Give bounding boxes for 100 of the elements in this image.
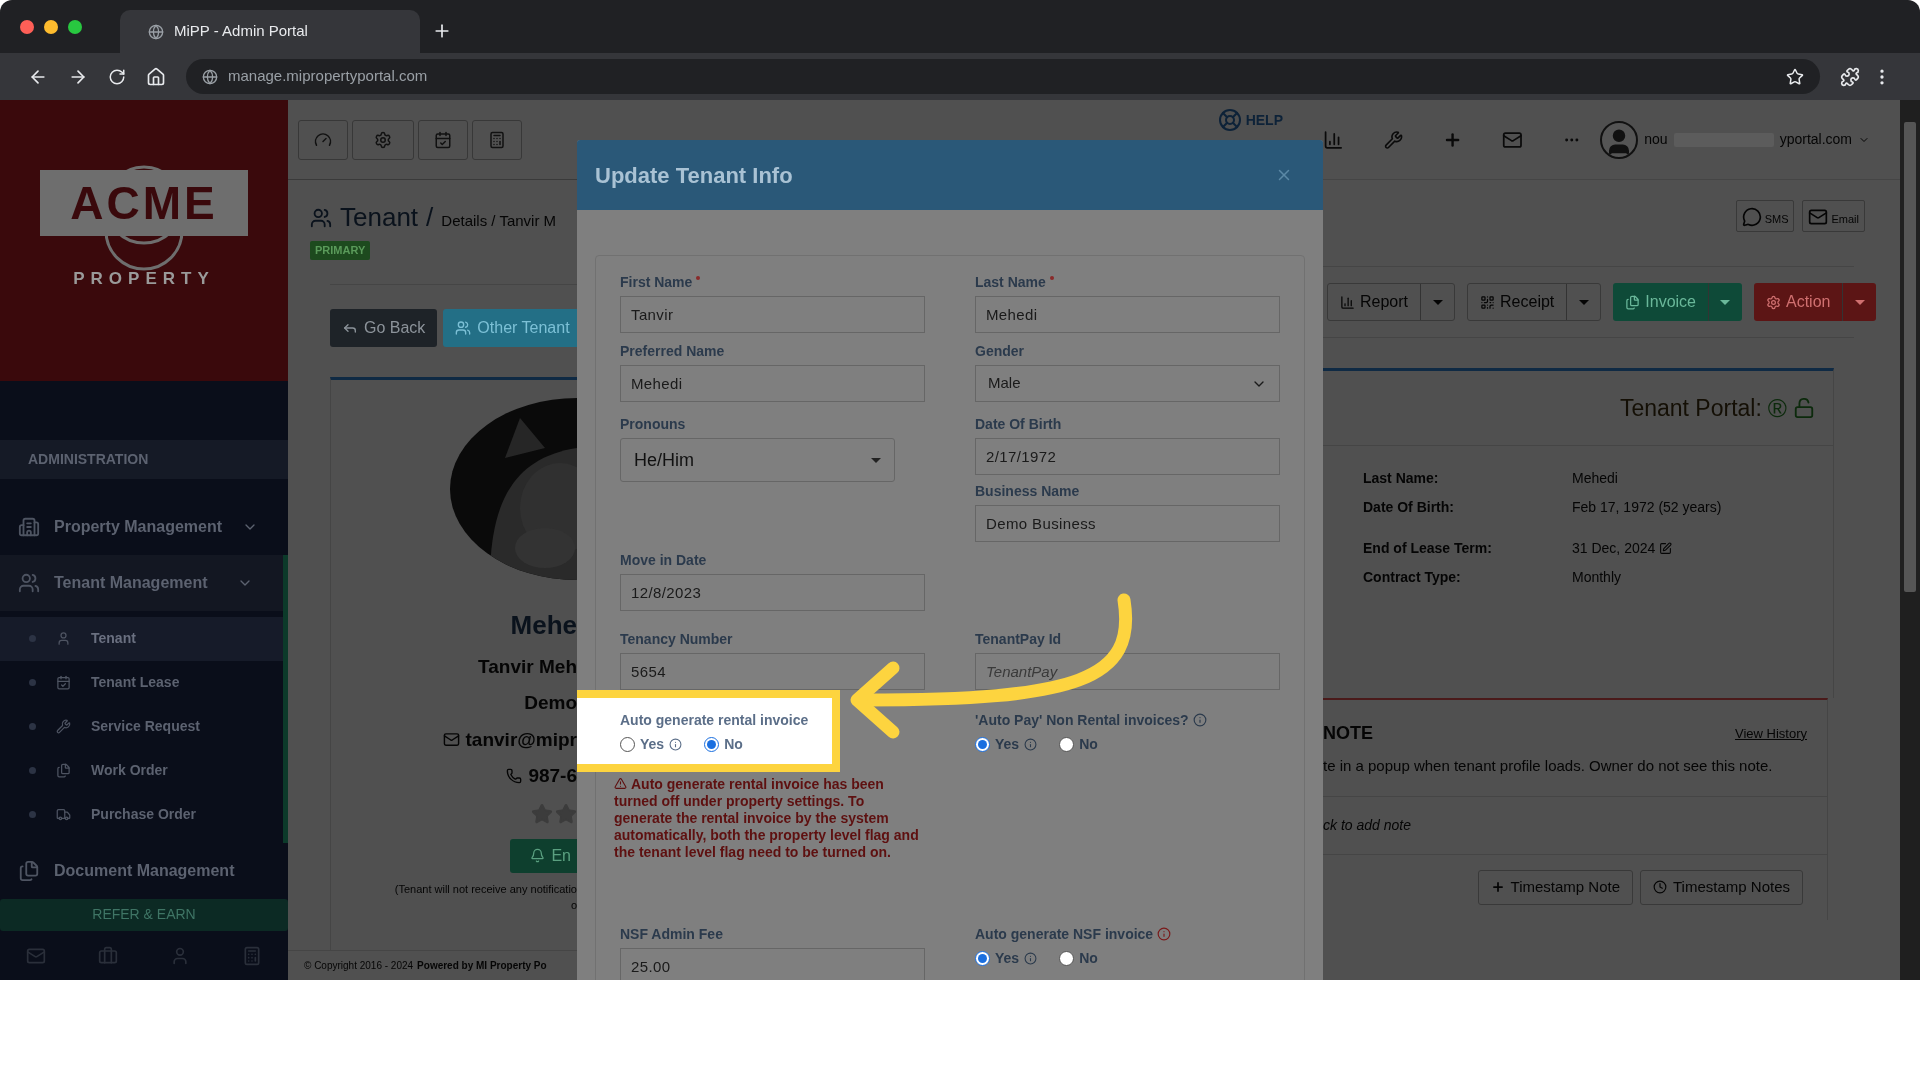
- nav-subitem[interactable]: Purchase Order: [0, 792, 283, 837]
- nav-item[interactable]: Document Management: [0, 842, 288, 899]
- nav-item[interactable]: Property Management: [0, 498, 288, 555]
- radio-button[interactable]: [620, 736, 635, 752]
- profile-business: Demo: [524, 691, 577, 715]
- text-field[interactable]: 12/8/2023: [620, 574, 925, 611]
- detail-label: Contract Type:: [1363, 568, 1462, 587]
- calendar-button[interactable]: [418, 119, 468, 160]
- mail-icon: [1808, 207, 1829, 227]
- field-label: Auto generate rental invoice: [620, 710, 809, 730]
- bell-icon: [530, 848, 546, 863]
- nav-subitem[interactable]: Tenant Lease: [0, 660, 283, 705]
- radio-label: Yes: [640, 734, 665, 754]
- info-icon: [1024, 951, 1038, 965]
- bookmark-star-icon[interactable]: [1786, 67, 1804, 86]
- nav-icon: [56, 763, 71, 779]
- plus-icon: [1490, 880, 1505, 894]
- nav-item[interactable]: Tenant Management: [0, 554, 288, 611]
- radio-label: No: [724, 734, 743, 754]
- calculator-icon: [488, 130, 506, 149]
- field-label: Preferred Name: [620, 341, 725, 361]
- nav-subitem[interactable]: Service Request: [0, 704, 283, 749]
- help-link[interactable]: HELP: [1245, 109, 1283, 131]
- caret-icon: [1720, 299, 1731, 305]
- home-icon[interactable]: [146, 66, 166, 87]
- back-button[interactable]: Go Back: [330, 308, 438, 347]
- field-label: Gender: [975, 341, 1024, 361]
- timestamp-button[interactable]: Timestamp Note: [1477, 869, 1633, 905]
- detail-value: 31 Dec, 2024: [1572, 539, 1656, 558]
- radio-button[interactable]: [704, 736, 720, 752]
- modal-title: Update Tenant Info: [595, 161, 793, 190]
- warning-text: Auto generate rental invoice has been turned off under property settings. To generate the rental invoice by the system automatically, both the property level flag and the tenant level flag need to be turned on.: [614, 776, 919, 861]
- text-field[interactable]: Mehedi: [975, 296, 1280, 333]
- text-field[interactable]: Tanvir: [620, 296, 925, 333]
- registered-mark: ®: [1767, 391, 1787, 425]
- section-title: ADMINISTRATION: [28, 449, 149, 469]
- select-field[interactable]: Male: [975, 365, 1280, 402]
- address-bar[interactable]: manage.mipropertyportal.com: [186, 59, 1820, 94]
- status-badge: PRIMARY: [310, 241, 371, 260]
- nav-icon: [18, 515, 40, 538]
- timestamp-button[interactable]: Timestamp Notes: [1640, 869, 1803, 905]
- field-label: Last Name: [975, 272, 1046, 292]
- detail-value: Monthly: [1572, 568, 1622, 587]
- users-icon: [455, 319, 472, 336]
- qr-code-icon: [1480, 294, 1496, 310]
- nav-icon: [56, 631, 71, 647]
- history-link[interactable]: View History: [1735, 723, 1807, 744]
- radio-button[interactable]: [975, 736, 990, 752]
- refer-button[interactable]: REFER & EARN: [0, 898, 288, 932]
- close-window-icon[interactable]: [20, 19, 34, 34]
- sms-button[interactable]: SMS: [1735, 200, 1795, 232]
- caret-icon: [1854, 299, 1865, 305]
- detail-value: Feb 17, 1972 (52 years): [1572, 498, 1722, 517]
- caret-icon: [1432, 299, 1443, 305]
- text-field[interactable]: Mehedi: [620, 365, 925, 402]
- field-label: Auto generate NSF invoice: [975, 924, 1154, 944]
- text-field[interactable]: 2/17/1972: [975, 438, 1280, 475]
- document-icon: [1625, 294, 1641, 310]
- notice-text: o: [570, 898, 577, 913]
- reload-icon[interactable]: [108, 67, 126, 86]
- mail-icon: [442, 731, 460, 749]
- detail-value: Mehedi: [1572, 469, 1618, 488]
- field-label: First Name: [620, 272, 693, 292]
- nav-icon: [56, 675, 71, 691]
- dropdown-field[interactable]: He/Him: [620, 438, 895, 482]
- nav-subitem[interactable]: Work Order: [0, 748, 283, 793]
- calculator-icon[interactable]: [242, 945, 262, 966]
- text-field[interactable]: 25.00: [620, 948, 925, 980]
- detail-label: End of Lease Term:: [1363, 539, 1493, 558]
- enable-button[interactable]: En: [510, 838, 577, 873]
- lifebuoy-icon[interactable]: [1217, 108, 1242, 132]
- dashboard-button[interactable]: [298, 119, 348, 160]
- maximize-window-icon[interactable]: [68, 19, 82, 34]
- users-icon: [310, 206, 332, 229]
- calculator-button[interactable]: [472, 119, 522, 160]
- radio-button[interactable]: [1059, 950, 1075, 966]
- browser-tab[interactable]: MiPP - Admin Portal: [120, 10, 420, 53]
- user-icon[interactable]: [170, 945, 190, 966]
- note-input[interactable]: ck to add note: [1323, 796, 1827, 855]
- settings-button[interactable]: [352, 119, 414, 160]
- text-field[interactable]: 5654: [620, 653, 925, 690]
- briefcase-icon[interactable]: [98, 945, 118, 966]
- extensions-icon[interactable]: [1840, 66, 1860, 87]
- breadcrumb-separator: /: [426, 201, 434, 234]
- radio-button[interactable]: [1059, 736, 1075, 752]
- nav-subitem[interactable]: Tenant: [0, 616, 283, 661]
- page-title: Tenant: [340, 201, 419, 234]
- breadcrumb: Details / Tanvir M: [441, 211, 557, 231]
- user-menu[interactable]: nou yportal.com: [1600, 120, 1870, 159]
- text-field[interactable]: Demo Business: [975, 505, 1280, 542]
- edit-icon[interactable]: [1659, 542, 1673, 555]
- user-email: nou: [1644, 130, 1668, 149]
- tenants-button[interactable]: Other Tenant: [443, 308, 577, 347]
- logo-tagline: PROPERTY: [73, 267, 215, 290]
- minimize-window-icon[interactable]: [44, 19, 58, 34]
- radio-button[interactable]: [975, 950, 990, 966]
- profile-full-name: Tanvir Meh: [478, 654, 577, 679]
- email-button[interactable]: Email: [1802, 200, 1865, 232]
- info-icon: [1157, 927, 1172, 941]
- detail-label: Date Of Birth:: [1363, 498, 1455, 517]
